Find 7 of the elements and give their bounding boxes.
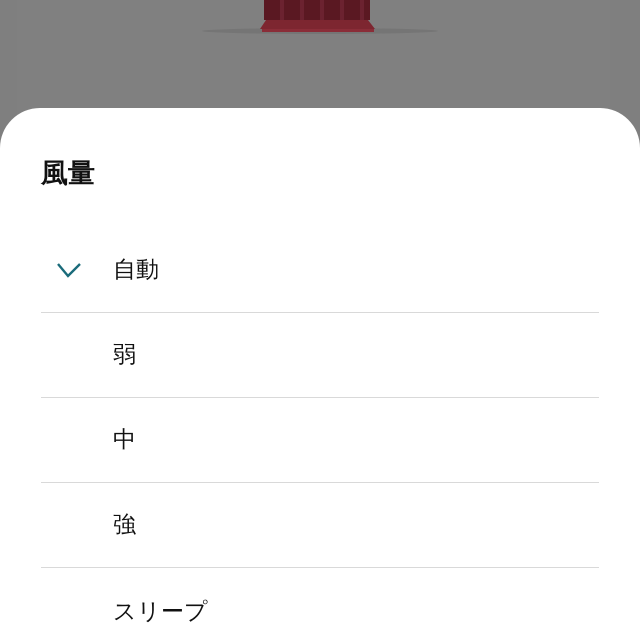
check-icon bbox=[56, 261, 82, 279]
option-row[interactable]: 弱 bbox=[41, 313, 599, 398]
option-row[interactable]: スリープ bbox=[41, 568, 599, 638]
option-row[interactable]: 自動 bbox=[41, 228, 599, 313]
option-row[interactable]: 中 bbox=[41, 398, 599, 483]
option-row[interactable]: 強 bbox=[41, 483, 599, 568]
sheet-title: 風量 bbox=[41, 160, 96, 187]
